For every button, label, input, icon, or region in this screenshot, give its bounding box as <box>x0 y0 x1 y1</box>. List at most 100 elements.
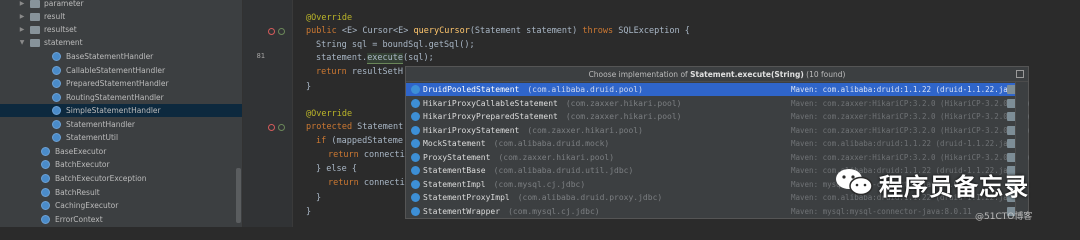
blog-watermark: @51CTO博客 <box>975 212 1033 222</box>
current-line-number: 81 <box>256 52 265 60</box>
tree-class-item[interactable]: CallableStatementHandler <box>0 64 242 77</box>
tree-class-item[interactable]: BatchResult <box>0 186 242 199</box>
collapse-arrow-icon[interactable]: ▶ <box>18 0 26 10</box>
tree-class-item[interactable]: PreparedStatementHandler <box>0 77 242 90</box>
implementation-package: (com.zaxxer.hikari.pool) <box>565 112 682 121</box>
class-icon <box>52 133 61 142</box>
tree-item-label: statement <box>44 38 83 47</box>
class-icon <box>41 201 50 210</box>
tree-item-label: BaseStatementHandler <box>66 52 154 61</box>
implementation-package: (com.zaxxer.hikari.pool) <box>565 98 682 108</box>
implementation-row[interactable]: HikariProxyPreparedStatement (com.zaxxer.… <box>406 110 1030 123</box>
code-line: @Override <box>306 13 353 23</box>
library-label: Maven: com.zaxxer:HikariCP:3.2.0 (Hikari… <box>791 152 1031 162</box>
tree-class-item[interactable]: StatementHandler <box>0 118 242 131</box>
tree-item-label: StatementUtil <box>66 133 119 142</box>
override-marker-icon[interactable] <box>268 124 275 131</box>
override-marker-icon[interactable] <box>268 28 275 35</box>
implemented-marker-icon[interactable] <box>278 124 285 131</box>
editor-gutter: 81 <box>243 0 293 227</box>
code-line: return connecti <box>328 150 405 160</box>
code-line: } <box>306 82 312 92</box>
class-icon <box>41 147 50 156</box>
tree-item-label: ErrorContext <box>55 215 103 224</box>
tree-class-item[interactable]: CachingExecutor <box>0 199 242 212</box>
tree-folder-item[interactable]: ▶ parameter <box>0 0 242 10</box>
class-icon <box>41 174 50 183</box>
class-icon <box>52 52 61 61</box>
implementation-package: (com.zaxxer.hikari.pool) <box>527 125 643 135</box>
watermark-text: 程序员备忘录 <box>879 173 1029 201</box>
code-line: return resultSetH <box>316 67 404 77</box>
implementation-name: DruidPooledStatement (com.alibaba.druid.p… <box>423 85 643 94</box>
class-icon <box>41 215 50 224</box>
code-line: statement.execute(sql); <box>316 53 434 64</box>
wechat-logo-icon <box>836 169 873 196</box>
class-icon <box>411 179 420 189</box>
code-line: protected Statement <box>306 122 404 132</box>
implementation-name: HikariProxyPreparedStatement (com.zaxxer.… <box>423 112 682 121</box>
implementation-row[interactable]: DruidPooledStatement (com.alibaba.druid.p… <box>406 83 1017 96</box>
class-icon <box>41 188 50 197</box>
tree-scrollbar[interactable] <box>236 168 241 223</box>
tree-class-item[interactable]: ErrorContext <box>0 213 242 226</box>
tree-item-label: BatchExecutorException <box>55 174 147 183</box>
implementation-name: StatementWrapper (com.mysql.cj.jdbc) <box>423 206 600 216</box>
tree-item-label: BatchExecutor <box>55 160 110 169</box>
class-icon <box>411 139 420 148</box>
implementation-row[interactable]: StatementWrapper (com.mysql.cj.jdbc) Maven… <box>406 205 1016 218</box>
code-line: public <E> Cursor<E> queryCursor(Stateme… <box>306 26 690 36</box>
tree-folder-item[interactable]: ▶ resultset <box>0 23 242 36</box>
implementation-package: (com.alibaba.druid.pool) <box>527 85 643 94</box>
tree-class-item[interactable]: StatementUtil <box>0 131 242 144</box>
class-icon <box>411 98 420 108</box>
implementation-row[interactable]: MockStatement (com.alibaba.druid.mock) Mav… <box>406 137 1017 150</box>
library-label: Maven: com.zaxxer:HikariCP:3.2.0 (Hikari… <box>791 125 1031 135</box>
implementation-name: ProxyStatement (com.zaxxer.hikari.pool) <box>423 152 615 162</box>
class-icon <box>411 125 420 135</box>
code-line: if (mappedStateme <box>316 136 404 146</box>
library-label: Maven: com.alibaba:druid:1.1.22 (druid-1… <box>791 139 1017 148</box>
implementation-package: (com.mysql.cj.jdbc) <box>493 179 586 189</box>
code-line: } else { <box>316 164 357 174</box>
implementation-row[interactable]: HikariProxyStatement (com.zaxxer.hikari.p… <box>406 124 1030 137</box>
collapse-arrow-icon[interactable]: ▶ <box>18 10 26 23</box>
watermark: 程序员备忘录 <box>835 163 1080 203</box>
implementation-package: (com.alibaba.druid.mock) <box>493 139 610 148</box>
collapse-arrow-icon[interactable]: ▶ <box>18 23 26 36</box>
tree-folder-item[interactable]: ▼ statement <box>0 36 242 49</box>
class-icon <box>411 112 420 121</box>
implementation-package: (com.mysql.cj.jdbc) <box>508 206 600 216</box>
implementation-name: HikariProxyStatement (com.zaxxer.hikari.p… <box>423 125 643 135</box>
pin-icon[interactable] <box>1016 70 1024 78</box>
folder-icon <box>30 39 40 47</box>
library-label: Maven: com.alibaba:druid:1.1.22 (druid-1… <box>791 85 1017 94</box>
implementation-package: (com.alibaba.druid.proxy.jdbc) <box>517 193 663 202</box>
implementation-row[interactable]: HikariProxyCallableStatement (com.zaxxer.… <box>406 97 1030 110</box>
tree-item-label: BaseExecutor <box>55 147 107 156</box>
implementation-name: StatementImpl (com.mysql.cj.jdbc) <box>423 179 586 189</box>
class-icon <box>52 106 61 115</box>
implementation-package: (com.alibaba.druid.util.jdbc) <box>493 166 634 175</box>
project-tree: ▶ parameter ▶ result ▶ resultset ▼ statement Bas… <box>0 0 243 227</box>
class-icon <box>52 66 61 75</box>
class-icon <box>411 193 420 202</box>
library-label: Maven: com.zaxxer:HikariCP:3.2.0 (Hikari… <box>791 98 1031 108</box>
class-icon <box>52 93 61 102</box>
tree-class-item[interactable]: BatchExecutorException <box>0 172 242 185</box>
tree-folder-item[interactable]: ▶ result <box>0 10 242 23</box>
folder-icon <box>30 13 40 21</box>
tree-item-label: resultset <box>44 25 77 34</box>
tree-class-item[interactable]: BatchExecutor <box>0 158 242 171</box>
library-label: Maven: com.zaxxer:HikariCP:3.2.0 (Hikari… <box>791 112 1031 121</box>
tree-class-item[interactable]: SimpleStatementHandler <box>0 104 242 117</box>
implemented-marker-icon[interactable] <box>278 28 285 35</box>
expand-arrow-icon[interactable]: ▼ <box>18 36 26 49</box>
tree-class-item[interactable]: RoutingStatementHandler <box>0 91 242 104</box>
folder-icon <box>30 26 40 34</box>
tree-class-item[interactable]: BaseExecutor <box>0 145 242 158</box>
tree-class-item[interactable]: BaseStatementHandler <box>0 50 242 63</box>
code-line: @Override <box>306 109 353 119</box>
tree-item-label: CachingExecutor <box>55 201 119 210</box>
implementation-row[interactable]: ProxyStatement (com.zaxxer.hikari.pool) Ma… <box>406 151 1030 164</box>
